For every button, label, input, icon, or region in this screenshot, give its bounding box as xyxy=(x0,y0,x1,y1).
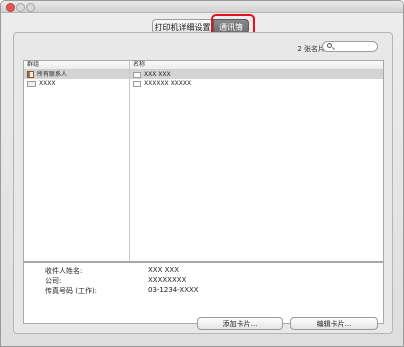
name-label: XXX XXX xyxy=(144,71,171,78)
card-count: 2 张名片 xyxy=(297,45,325,53)
edit-card-button[interactable]: 编辑卡片... xyxy=(290,317,378,330)
zoom-window-icon[interactable] xyxy=(26,3,35,12)
content-area: 打印机详细设置 通讯簿 2 张名片 群组 所有联系人 XXXX 名称 XXX X… xyxy=(1,13,403,346)
search-icon xyxy=(327,43,332,48)
group-icon xyxy=(27,80,36,87)
fax-value: 03-1234-XXXX xyxy=(148,286,199,294)
group-row-all-contacts[interactable]: 所有联系人 xyxy=(24,70,129,79)
name-list: 名称 XXX XXX XXXXXX XXXXX xyxy=(130,61,383,261)
card-icon xyxy=(133,71,141,78)
name-column-header[interactable]: 名称 xyxy=(130,61,383,70)
contact-details: 收件人姓名: XXX XXX 公司: XXXXXXXX 传真号码 (工作): 0… xyxy=(23,262,384,324)
title-bar xyxy=(1,1,403,13)
group-row[interactable]: XXXX xyxy=(24,79,129,88)
name-row[interactable]: XXXXXX XXXXX xyxy=(130,79,383,88)
group-list: 群组 所有联系人 XXXX xyxy=(24,61,130,261)
dialog-window: 打印机详细设置 通讯簿 2 张名片 群组 所有联系人 XXXX 名称 XXX X… xyxy=(0,0,404,347)
address-book-panel: 2 张名片 群组 所有联系人 XXXX 名称 XXX XXX XXXXXX XX… xyxy=(13,32,393,334)
fax-label: 传真号码 (工作): xyxy=(45,287,98,295)
address-book-icon xyxy=(27,71,34,78)
name-row[interactable]: XXX XXX xyxy=(130,70,383,79)
group-label: XXXX xyxy=(39,80,56,87)
contacts-lists: 群组 所有联系人 XXXX 名称 XXX XXX XXXXXX XXXXX xyxy=(23,60,384,262)
add-card-button[interactable]: 添加卡片... xyxy=(197,317,283,330)
close-window-icon[interactable] xyxy=(6,3,15,12)
group-label: 所有联系人 xyxy=(37,71,68,78)
company-value: XXXXXXXX xyxy=(148,276,187,284)
search-input[interactable] xyxy=(322,41,378,52)
recipient-value: XXX XXX xyxy=(148,266,179,274)
minimize-window-icon[interactable] xyxy=(16,3,25,12)
recipient-label: 收件人姓名: xyxy=(45,267,83,275)
group-column-header[interactable]: 群组 xyxy=(24,61,129,70)
company-label: 公司: xyxy=(45,277,62,285)
card-icon xyxy=(133,80,141,87)
name-label: XXXXXX XXXXX xyxy=(144,80,192,87)
